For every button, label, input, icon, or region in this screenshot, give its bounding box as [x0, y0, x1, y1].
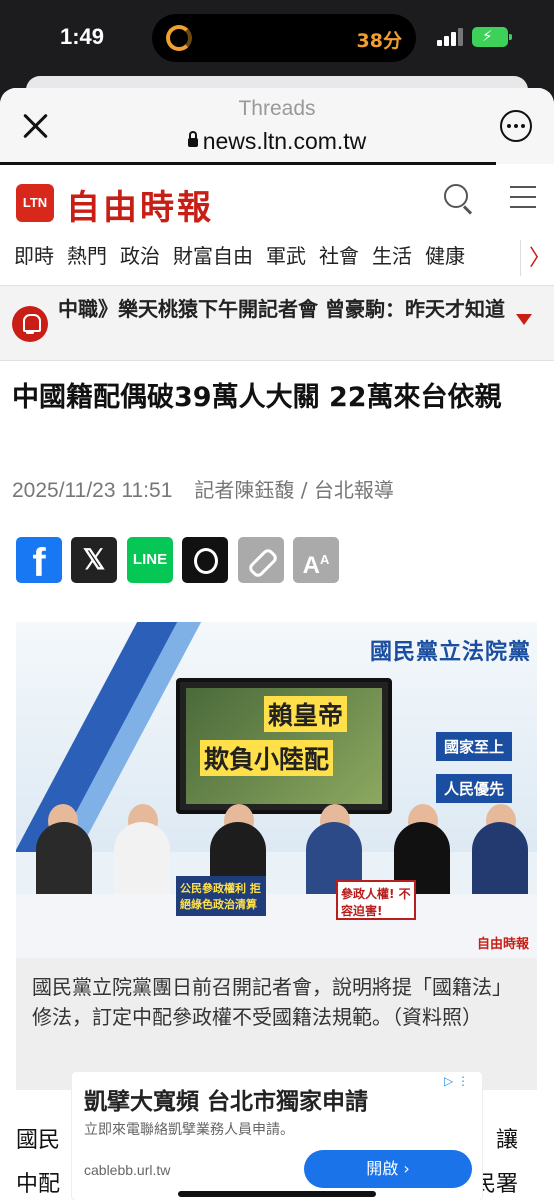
battery-icon: ⚡ [472, 27, 512, 47]
load-progress [0, 162, 496, 165]
browser-title: Threads [238, 97, 316, 120]
line-share-button[interactable]: LINE [127, 537, 173, 583]
article-photo[interactable]: 國民黨立法院黨 賴皇帝 欺負小陸配 國家至上 人民優先 公民參政權利 拒絕綠色政… [16, 622, 537, 958]
browser-sheet: Threads news.ltn.com.tw LTN 自由時報 即時 熱門 政治財… [0, 88, 554, 1200]
photo-tag: 國家至上 [436, 732, 513, 761]
ad-url: cablebb.url.tw [84, 1162, 171, 1178]
nav-item[interactable]: 生活 [372, 240, 412, 269]
status-bar: 1:49 38分 ⚡ [0, 0, 554, 76]
adchoices-icon[interactable]: ▷ ⋮ [444, 1074, 469, 1088]
breaking-ticker[interactable]: 中職》樂天桃猿下午開記者會 曾豪駒：昨天才知道 [0, 285, 554, 361]
ad-subtitle: 立即來電聯絡凱擘業務人員申請。 [84, 1122, 294, 1138]
timer-label: 38分 [356, 30, 402, 52]
site-name[interactable]: 自由時報 [66, 180, 214, 229]
search-icon[interactable] [444, 184, 468, 208]
signal-icon [437, 28, 467, 46]
photo-watermark: 自由時報 [476, 937, 529, 952]
copy-link-button[interactable] [238, 537, 284, 583]
home-indicator[interactable] [178, 1191, 376, 1197]
article-date: 2025/11/23 11:51 [12, 479, 173, 502]
category-nav: 即時 熱門 政治 財富自由 軍武 社會 生活 健康 [14, 240, 478, 276]
bell-icon [12, 306, 48, 342]
font-size-button[interactable]: AA [293, 537, 339, 583]
photo-tag: 人民優先 [436, 774, 513, 803]
url-text: news.ltn.com.tw [202, 128, 367, 154]
photo-tv: 賴皇帝 欺負小陸配 [176, 678, 392, 814]
photo-banner: 國民黨立法院黨 [369, 640, 531, 665]
tv-text-1: 賴皇帝 [264, 696, 348, 732]
ad-banner[interactable]: ▷ ⋮ 凱擘大寬頻 台北市獨家申請 立即來電聯絡凱擘業務人員申請。 cableb… [72, 1072, 482, 1200]
ticker-text[interactable]: 中職》樂天桃猿下午開記者會 曾豪駒：昨天才知道 [58, 296, 508, 323]
nav-item[interactable]: 健康 [425, 240, 465, 269]
nav-item[interactable]: 政治 [120, 240, 160, 269]
nav-item[interactable]: 熱門 [67, 240, 107, 269]
hamburger-menu-icon[interactable] [510, 186, 536, 208]
ad-open-button[interactable]: 開啟 › [304, 1150, 472, 1188]
url-bar[interactable]: news.ltn.com.tw [0, 128, 554, 155]
ltn-logo[interactable]: LTN [16, 184, 54, 222]
article-meta: 2025/11/23 11:51 記者陳鈺馥 / 台北報導 [12, 474, 394, 503]
timer-icon [166, 25, 192, 51]
article-headline: 中國籍配偶破39萬人大關 22萬來台依親 [12, 382, 502, 413]
ad-title[interactable]: 凱擘大寬頻 台北市獨家申請 [84, 1082, 368, 1116]
more-icon[interactable] [500, 110, 532, 142]
photo-sign: 參政人權! 不容迫害! [336, 880, 416, 920]
nav-item[interactable]: 軍武 [266, 240, 306, 269]
dynamic-island[interactable]: 38分 [152, 14, 416, 62]
chevron-down-icon[interactable] [516, 314, 532, 325]
tv-text-2: 欺負小陸配 [200, 740, 334, 776]
facebook-share-button[interactable]: f [16, 537, 62, 585]
clock: 1:49 [60, 24, 105, 49]
browser-header: Threads news.ltn.com.tw [0, 88, 554, 165]
nav-item[interactable]: 即時 [14, 240, 54, 269]
x-share-button[interactable]: 𝕏 [71, 537, 117, 583]
nav-item[interactable]: 財富自由 [173, 240, 253, 269]
nav-item[interactable]: 社會 [319, 240, 359, 269]
nav-more-arrow[interactable]: 〉 [520, 240, 554, 276]
threads-share-button[interactable] [182, 537, 228, 583]
photo-caption: 國民黨立院黨團日前召開記者會，說明將提「國籍法」修法，訂定中配參政權不受國籍法規… [16, 958, 537, 1090]
photo-sign: 公民參政權利 拒絕綠色政治清算 [176, 876, 266, 916]
article-author: 記者陳鈺馥 / 台北報導 [194, 478, 394, 502]
lock-icon [187, 131, 198, 147]
